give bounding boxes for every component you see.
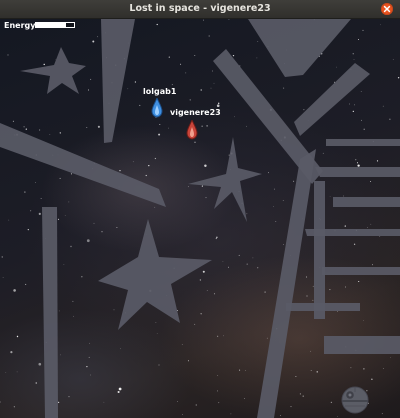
comb-bar-3	[333, 197, 400, 207]
star-obstacle-2	[188, 137, 262, 222]
game-canvas[interactable]: Energy lolgab1 vigenere23	[0, 19, 400, 418]
energy-bar-fill	[36, 23, 67, 27]
player-name-vigenere23: vigenere23	[170, 108, 221, 117]
level-walls	[0, 19, 400, 418]
title-bar[interactable]: Lost in space - vigenere23	[0, 0, 400, 19]
red-ship-icon	[186, 120, 198, 140]
window-title: Lost in space - vigenere23	[129, 3, 271, 14]
spike-wall-top	[101, 19, 135, 143]
v-wall-top-right	[248, 19, 351, 77]
close-button[interactable]	[381, 3, 393, 15]
energy-bar	[35, 22, 75, 28]
star-obstacle-1	[20, 47, 86, 94]
arm-wall-upper-right	[294, 63, 370, 136]
close-icon	[383, 5, 391, 13]
player-name-lolgab1: lolgab1	[143, 87, 177, 96]
trunk-wall	[257, 149, 316, 418]
comb-bar-2	[315, 167, 400, 177]
blue-ship-icon	[151, 98, 163, 118]
comb-bar-5	[322, 267, 400, 275]
game-window: Lost in space - vigenere23 Energy lolgab…	[0, 0, 400, 418]
pillar-wall-right	[314, 181, 325, 319]
comb-bar-7	[324, 336, 400, 354]
comb-bar-1	[326, 139, 400, 146]
star-obstacle-3	[98, 219, 212, 330]
energy-label: Energy	[4, 21, 36, 30]
pillar-wall-left	[42, 207, 58, 418]
death-star-icon	[341, 386, 369, 414]
blade-wall-left	[0, 123, 166, 207]
